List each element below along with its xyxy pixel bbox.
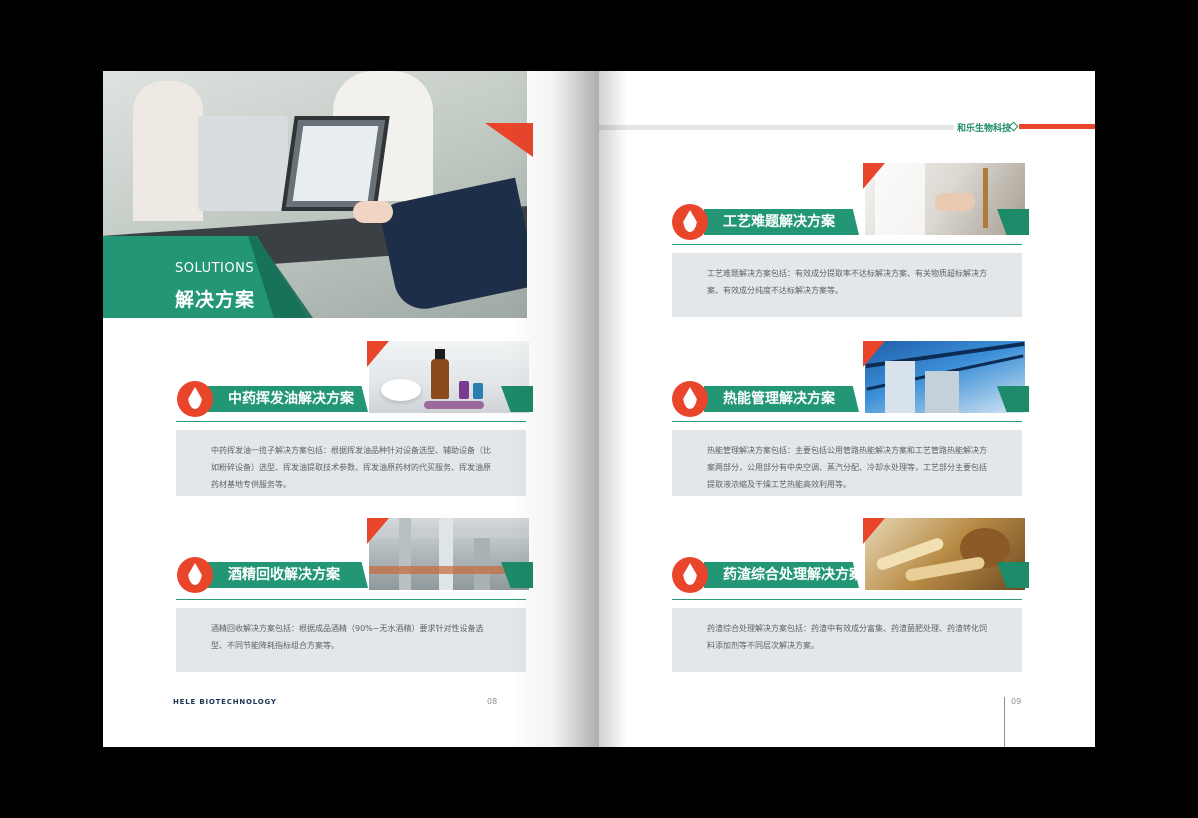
industrial-blue-photo: [865, 341, 1025, 413]
section-description: 工艺难题解决方案包括：有效成分提取率不达标解决方案、有关物质超标解决方案、有效成…: [672, 253, 1022, 317]
pipes-photo: [369, 518, 529, 590]
section-divider: [176, 421, 526, 422]
hero-title-en: SOLUTIONS: [175, 261, 255, 276]
section-description: 热能管理解决方案包括：主要包括公用管路热能解决方案和工艺管路热能解决方案两部分，…: [672, 430, 1022, 496]
hero-title-cn: 解决方案: [175, 289, 256, 311]
left-page: SOLUTIONS 解决方案 中药挥发油解决方案 中药挥发油一揽子解决方案包括：…: [103, 71, 599, 747]
header-brand: 和乐生物科技: [957, 124, 1012, 134]
page-number-left: 08: [487, 697, 498, 706]
section-title: 工艺难题解决方案: [723, 214, 835, 230]
water-drop-icon: [672, 557, 708, 593]
water-drop-icon: [177, 557, 213, 593]
water-drop-icon: [672, 204, 708, 240]
water-drop-icon: [672, 381, 708, 417]
page-number-right: 09: [1011, 697, 1022, 706]
lab-photo: [865, 163, 1025, 235]
footer-brand: HELE BIOTECHNOLOGY: [173, 698, 277, 706]
oil-bottles-photo: [369, 341, 529, 413]
section-description: 中药挥发油一揽子解决方案包括：根据挥发油品种针对设备选型、辅助设备（比如粉碎设备…: [176, 430, 526, 496]
section-title: 酒精回收解决方案: [228, 567, 340, 583]
section-divider: [672, 599, 1022, 600]
page-number-divider: [1004, 697, 1005, 747]
section-divider: [672, 244, 1022, 245]
herb-slices-photo: [865, 518, 1025, 590]
section-title: 药渣综合处理解决方案: [723, 567, 863, 583]
section-divider: [176, 599, 526, 600]
laptop-image: [198, 116, 288, 211]
section-divider: [672, 421, 1022, 422]
section-description: 酒精回收解决方案包括：根据成品酒精（90%~无水酒精）要求针对性设备选型、不同节…: [176, 608, 526, 672]
header-red-bar: [1019, 124, 1095, 129]
section-title: 热能管理解决方案: [723, 391, 835, 407]
right-page: 和乐生物科技 工艺难题解决方案 工艺难题解决方案包括：有效成分提取率不达标解决方…: [599, 71, 1095, 747]
water-drop-icon: [177, 381, 213, 417]
header-gray-bar: [599, 125, 954, 130]
section-description: 药渣综合处理解决方案包括：药渣中有效成分富集、药渣菌肥处理、药渣转化饲料添加剂等…: [672, 608, 1022, 672]
section-title: 中药挥发油解决方案: [228, 391, 354, 407]
